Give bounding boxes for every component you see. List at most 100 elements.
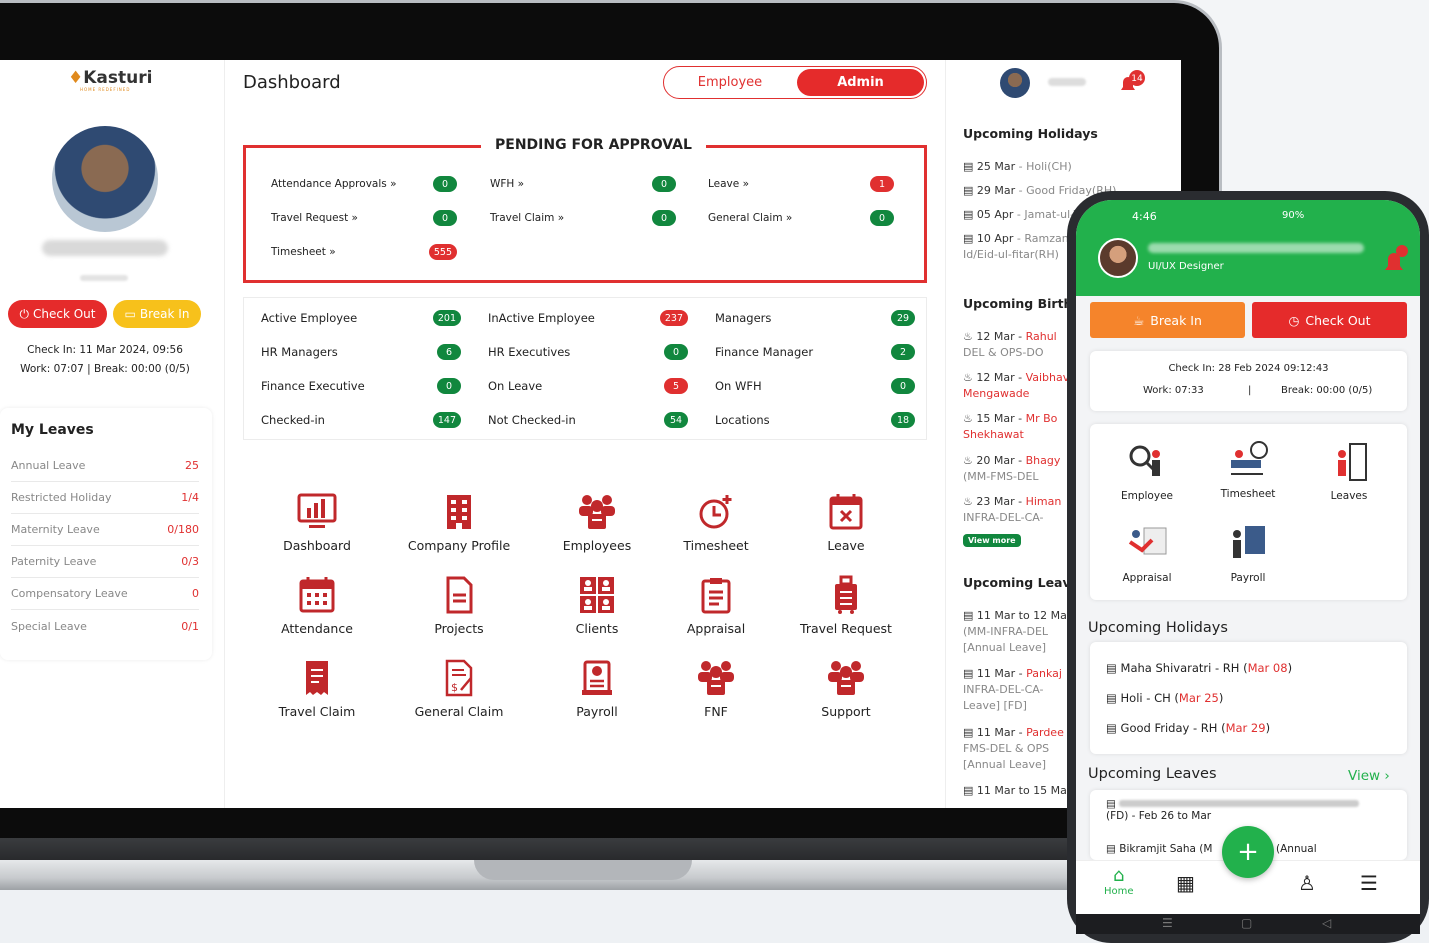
clients-grid-icon	[580, 577, 614, 613]
pending-item[interactable]: Travel Request » 0	[271, 207, 457, 229]
phone-frame: 4:46 90% UI/UX Designer ☕ Break In ◷ Check…	[1067, 191, 1429, 943]
back-icon[interactable]: ◁	[1322, 916, 1331, 930]
stat-item[interactable]: HR Executives 0	[488, 341, 688, 363]
module-support[interactable]: Support	[776, 658, 916, 719]
stat-item[interactable]: Managers 29	[715, 307, 915, 329]
pending-item[interactable]: Leave » 1	[708, 173, 894, 195]
leave-row[interactable]: Paternity Leave 0/3	[11, 546, 199, 578]
mobile-check-in: Check In: 28 Feb 2024 09:12:43	[1168, 363, 1329, 374]
break-in-button[interactable]: ▭ Break In	[113, 300, 201, 328]
stat-item[interactable]: InActive Employee 237	[488, 307, 688, 329]
mobile-upcoming-leaves-title: Upcoming Leaves	[1088, 766, 1217, 782]
mobile-holiday-item: ▤ Holi - CH (Mar 25)	[1106, 691, 1224, 705]
stat-item[interactable]: Locations 18	[715, 409, 915, 431]
avatar[interactable]	[52, 126, 158, 232]
calendar-icon: ▤	[1106, 691, 1121, 705]
toggle-employee[interactable]: Employee	[664, 67, 796, 98]
leave-row[interactable]: Special Leave 0/1	[11, 610, 199, 642]
cake-icon: ♨	[963, 371, 977, 384]
stat-item[interactable]: Finance Executive 0	[261, 375, 461, 397]
calendar-icon: ▤	[963, 726, 977, 739]
coffee-icon: ☕	[1133, 312, 1145, 328]
mobile-module-leaves[interactable]: Leaves	[1304, 440, 1394, 502]
view-more-button[interactable]: View more	[963, 534, 1021, 547]
team-icon	[579, 495, 615, 529]
check-out-button[interactable]: ⏻ Check Out	[8, 300, 107, 328]
mobile-module-employee[interactable]: Employee	[1102, 440, 1192, 502]
employee-search-icon	[1129, 445, 1160, 476]
notification-bell-icon[interactable]: 14	[1116, 70, 1146, 96]
pending-item[interactable]: WFH » 0	[490, 173, 676, 195]
module-projects[interactable]: Projects	[389, 575, 529, 636]
calendar-icon: ▤	[1106, 661, 1121, 675]
document-icon	[446, 576, 473, 614]
mobile-checkin-card: Check In: 28 Feb 2024 09:12:43 Work: 07:…	[1090, 351, 1407, 411]
nav-home[interactable]: ⌂ Home	[1104, 865, 1134, 897]
mobile-leave-item: ▤ Bikramjit Saha (M ORAL) (Annual	[1106, 843, 1317, 855]
leave-row[interactable]: Maternity Leave 0/180	[11, 514, 199, 546]
module-timesheet[interactable]: Timesheet	[646, 492, 786, 553]
stat-item[interactable]: On Leave 5	[488, 375, 688, 397]
mobile-check-out-button[interactable]: ◷ Check Out	[1252, 302, 1407, 338]
module-travel-claim[interactable]: Travel Claim	[247, 658, 387, 719]
nav-menu-icon[interactable]: ☰	[1360, 871, 1378, 895]
stat-item[interactable]: HR Managers 6	[261, 341, 461, 363]
pending-item[interactable]: Travel Claim » 0	[490, 207, 676, 229]
building-icon	[447, 495, 471, 529]
timesheet-clock-icon	[699, 495, 732, 529]
nav-profile-icon[interactable]: ♙	[1298, 871, 1316, 895]
appraisal-icon	[1128, 527, 1167, 555]
status-battery: 90%	[1282, 210, 1305, 221]
brand-tagline: HOME REDEFINED	[80, 87, 131, 92]
stat-item[interactable]: Finance Manager 2	[715, 341, 915, 363]
team-support-icon	[828, 661, 864, 695]
mobile-module-appraisal[interactable]: Appraisal	[1102, 522, 1192, 584]
mobile-modules-card: Employee Timesheet Leaves Appraisal Payr…	[1090, 424, 1407, 600]
add-fab-button[interactable]: +	[1222, 826, 1274, 878]
nav-calendar-icon[interactable]: ▦	[1176, 871, 1195, 895]
stat-item[interactable]: Active Employee 201	[261, 307, 461, 329]
timesheet-icon	[1231, 441, 1268, 475]
module-travel-request[interactable]: Travel Request	[776, 575, 916, 636]
module-leave[interactable]: Leave	[776, 492, 916, 553]
mobile-module-timesheet[interactable]: Timesheet	[1203, 438, 1293, 500]
pending-item[interactable]: Timesheet » 555	[271, 241, 457, 263]
page-title: Dashboard	[243, 72, 341, 93]
pending-item[interactable]: General Claim » 0	[708, 207, 894, 229]
module-dashboard[interactable]: Dashboard	[247, 492, 387, 553]
stat-item[interactable]: Checked-in 147	[261, 409, 461, 431]
recent-apps-icon[interactable]: ☰	[1162, 916, 1173, 930]
mobile-avatar[interactable]	[1098, 238, 1138, 278]
calendar-icon: ▤	[1106, 843, 1120, 855]
module-appraisal[interactable]: Appraisal	[646, 575, 786, 636]
stats-grid: Active Employee 201 InActive Employee 237 …	[243, 297, 927, 440]
pending-item[interactable]: Attendance Approvals » 0	[271, 173, 457, 195]
mobile-module-payroll[interactable]: Payroll	[1203, 522, 1293, 584]
home-icon: ⌂	[1113, 865, 1125, 886]
holiday-item: ▤ 25 Mar - Holi(CH)	[963, 160, 1072, 173]
luggage-icon	[835, 575, 857, 614]
module-fnf[interactable]: FNF	[646, 658, 786, 719]
header-avatar[interactable]	[1000, 68, 1030, 98]
leave-row[interactable]: Restricted Holiday 1/4	[11, 482, 199, 514]
user-id-blurred	[80, 275, 128, 281]
home-system-icon[interactable]: ▢	[1241, 916, 1252, 930]
mobile-bell-icon[interactable]	[1382, 244, 1408, 276]
stat-item[interactable]: On WFH 0	[715, 375, 915, 397]
module-general-claim[interactable]: $ General Claim	[389, 658, 529, 719]
svg-text:$: $	[451, 681, 458, 694]
module-company-profile[interactable]: Company Profile	[389, 492, 529, 553]
leave-row[interactable]: Compensatory Leave 0	[11, 578, 199, 610]
leave-row[interactable]: Annual Leave 25	[11, 450, 199, 482]
stat-item[interactable]: Not Checked-in 54	[488, 409, 688, 431]
receipt-icon	[306, 661, 328, 695]
calendar-icon	[299, 577, 335, 613]
mobile-break-in-button[interactable]: ☕ Break In	[1090, 302, 1245, 338]
module-attendance[interactable]: Attendance	[247, 575, 387, 636]
brand-logo[interactable]: ♦Kasturi	[68, 68, 152, 88]
toggle-admin[interactable]: Admin	[797, 69, 924, 96]
mobile-view-link[interactable]: View ›	[1348, 768, 1390, 784]
mobile-upcoming-holidays-title: Upcoming Holidays	[1088, 620, 1228, 636]
header-user-name-blurred[interactable]	[1048, 78, 1086, 86]
divider: |	[1248, 385, 1252, 396]
